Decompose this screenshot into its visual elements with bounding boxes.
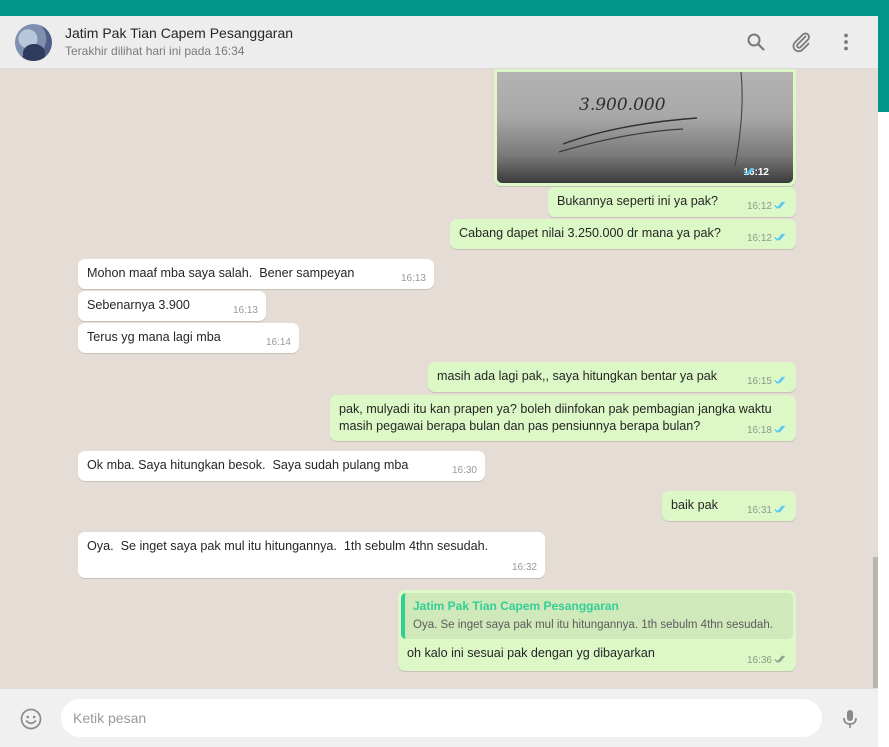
chat-window: Jatim Pak Tian Capem Pesanggaran Terakhi…: [0, 16, 878, 747]
read-ticks-icon: [774, 424, 788, 434]
contact-avatar[interactable]: [15, 24, 52, 61]
message-bubble-incoming[interactable]: Ok mba. Saya hitungkan besok. Saya sudah…: [78, 451, 485, 481]
message-meta: 16:36: [747, 654, 788, 667]
chat-scrollbar[interactable]: [872, 69, 878, 688]
app-side-strip: [878, 16, 889, 112]
message-bubble-incoming[interactable]: Sebenarnya 3.900 16:13: [78, 291, 266, 321]
message-text: Sebenarnya 3.900: [87, 298, 190, 312]
message-text: Mohon maaf mba saya salah. Bener sampeya…: [87, 266, 355, 280]
app-top-bar: [0, 0, 889, 16]
message-time: 16:32: [511, 562, 537, 573]
message-text: Cabang dapet nilai 3.250.000 dr mana ya …: [459, 226, 721, 240]
microphone-icon[interactable]: [838, 707, 862, 731]
message-bubble-outgoing[interactable]: masih ada lagi pak,, saya hitungkan bent…: [428, 362, 796, 392]
emoji-icon[interactable]: [19, 707, 43, 731]
message-text: Terus yg mana lagi mba: [87, 330, 221, 344]
read-ticks-icon: [774, 200, 788, 210]
quoted-message[interactable]: Jatim Pak Tian Capem Pesanggaran Oya. Se…: [401, 593, 793, 639]
message-bubble-incoming[interactable]: Mohon maaf mba saya salah. Bener sampeya…: [78, 259, 434, 289]
message-text: oh kalo ini sesuai pak dengan yg dibayar…: [407, 646, 655, 660]
contact-name[interactable]: Jatim Pak Tian Capem Pesanggaran: [65, 25, 293, 41]
message-meta: 16:12: [747, 232, 788, 245]
message-meta: 16:15: [747, 375, 788, 388]
message-bubble-outgoing[interactable]: baik pak 16:31: [662, 491, 796, 521]
message-text: Bukannya seperti ini ya pak?: [557, 194, 719, 208]
read-ticks-icon: [774, 232, 788, 242]
message-meta: 16:31: [747, 504, 788, 517]
message-text: baik pak: [671, 498, 718, 512]
search-icon[interactable]: [744, 30, 768, 54]
message-meta: 16:18: [747, 424, 788, 437]
message-input[interactable]: [61, 699, 822, 737]
message-list[interactable]: 3.900.000 16:12 Bukannya seperti ini ya …: [0, 69, 878, 688]
handwritten-amount: 3.900.000: [579, 95, 666, 115]
message-time: 16:13: [400, 273, 426, 284]
menu-icon[interactable]: [834, 30, 858, 54]
read-ticks-icon: [774, 504, 788, 514]
attach-icon[interactable]: [789, 30, 813, 54]
photo-attachment[interactable]: 3.900.000 16:12: [497, 72, 793, 183]
message-text: pak, mulyadi itu kan prapen ya? boleh di…: [339, 402, 776, 433]
message-meta: 16:12: [747, 200, 788, 213]
message-text: Ok mba. Saya hitungkan besok. Saya sudah…: [87, 458, 409, 472]
message-time: 16:14: [265, 337, 291, 348]
quoted-author: Jatim Pak Tian Capem Pesanggaran: [413, 599, 619, 613]
message-bubble-outgoing[interactable]: Bukannya seperti ini ya pak? 16:12: [548, 187, 796, 217]
image-message[interactable]: 3.900.000 16:12: [494, 69, 796, 186]
message-bubble-outgoing[interactable]: Cabang dapet nilai 3.250.000 dr mana ya …: [450, 219, 796, 249]
message-text: Oya. Se inget saya pak mul itu hitungann…: [87, 539, 489, 553]
scroll-thumb[interactable]: [873, 557, 878, 688]
quoted-text: Oya. Se inget saya pak mul itu hitungann…: [413, 619, 773, 631]
message-text: masih ada lagi pak,, saya hitungkan bent…: [437, 369, 718, 383]
composer-bar: [0, 688, 878, 747]
message-time: 16:30: [451, 465, 477, 476]
chat-header[interactable]: Jatim Pak Tian Capem Pesanggaran Terakhi…: [0, 16, 878, 69]
last-seen-status: Terakhir dilihat hari ini pada 16:34: [65, 44, 245, 58]
message-bubble-reply[interactable]: Jatim Pak Tian Capem Pesanggaran Oya. Se…: [398, 590, 796, 671]
message-bubble-incoming[interactable]: Terus yg mana lagi mba 16:14: [78, 323, 299, 353]
message-time: 16:13: [232, 305, 258, 316]
message-bubble-incoming[interactable]: Oya. Se inget saya pak mul itu hitungann…: [78, 532, 545, 578]
image-time: 16:12: [743, 167, 769, 178]
delivered-ticks-icon: [774, 654, 788, 664]
message-bubble-outgoing[interactable]: pak, mulyadi itu kan prapen ya? boleh di…: [330, 395, 796, 441]
read-ticks-icon: [774, 375, 788, 385]
